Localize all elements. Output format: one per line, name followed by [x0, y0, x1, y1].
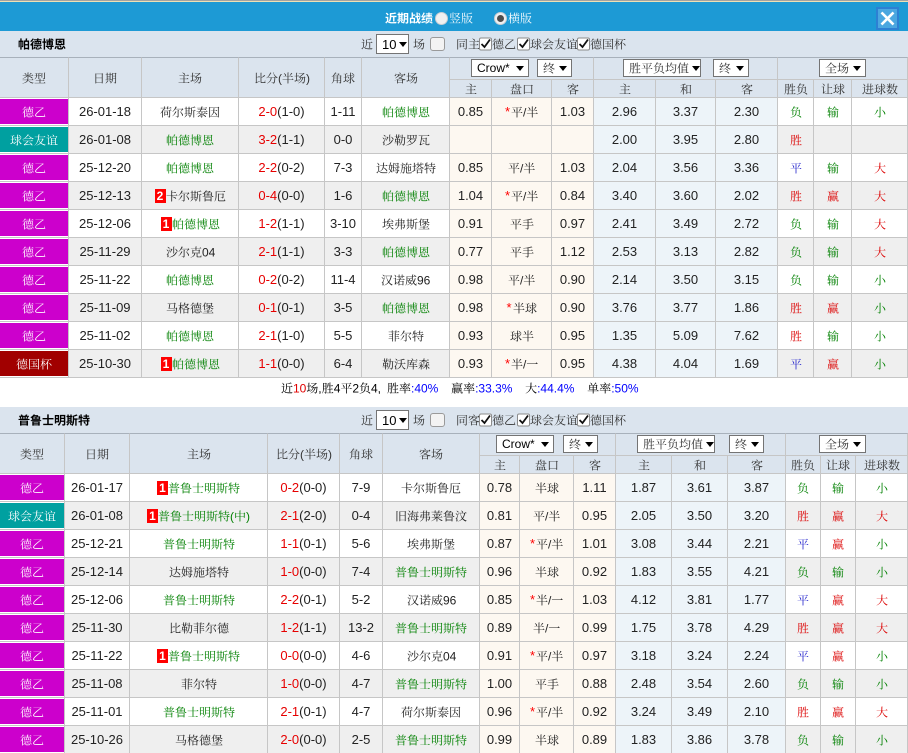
svg-text:4,: 4,	[371, 382, 381, 396]
svg-text:/: /	[548, 705, 552, 719]
svg-text:2: 2	[352, 382, 359, 396]
svg-text::50%: :50%	[611, 382, 639, 396]
svg-text:(: (	[278, 71, 282, 85]
svg-text:/: /	[520, 273, 524, 287]
svg-text:/: /	[548, 537, 552, 551]
svg-text:04: 04	[443, 649, 457, 663]
svg-text::44.4%: :44.4%	[537, 382, 575, 396]
svg-text:(: (	[230, 509, 234, 523]
svg-text:(: (	[300, 447, 304, 461]
svg-text:/: /	[545, 509, 549, 523]
svg-text:/: /	[523, 357, 527, 371]
svg-text:4: 4	[334, 382, 341, 396]
svg-text:): )	[246, 509, 250, 523]
svg-text:/: /	[523, 189, 527, 203]
svg-text:04: 04	[202, 245, 216, 259]
svg-text:/: /	[548, 649, 552, 663]
svg-text:/: /	[523, 105, 527, 119]
svg-text::40%: :40%	[411, 382, 439, 396]
svg-text::33.3%: :33.3%	[475, 382, 513, 396]
svg-text:/: /	[548, 593, 552, 607]
svg-text:96: 96	[443, 593, 457, 607]
svg-text:10: 10	[293, 382, 307, 396]
svg-text:): )	[306, 71, 310, 85]
svg-text:,: ,	[318, 382, 321, 396]
svg-text:96: 96	[417, 273, 431, 287]
svg-text:/: /	[545, 621, 549, 635]
svg-text:/: /	[520, 161, 524, 175]
svg-text:): )	[328, 447, 332, 461]
